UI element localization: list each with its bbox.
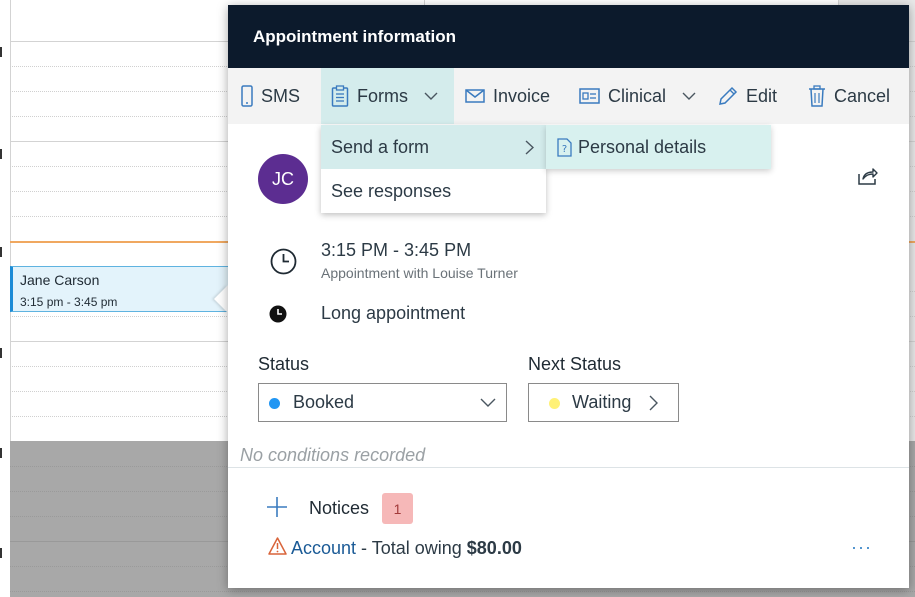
section-divider: [228, 467, 909, 468]
appointment-event[interactable]: Jane Carson 3:15 pm - 3:45 pm: [10, 266, 232, 312]
chevron-right-icon: [525, 139, 535, 160]
popup-toolbar: SMS Forms Invoice Clinical Edit Cancel: [228, 68, 909, 124]
form-document-icon: ?: [557, 137, 572, 157]
warning-icon: [268, 537, 287, 560]
forms-label: Forms: [357, 85, 408, 106]
clipboard-icon: [331, 85, 349, 107]
time-gutter-tick: [0, 348, 2, 358]
notice-text: - Total owing: [356, 538, 467, 558]
edit-label: Edit: [746, 85, 778, 106]
account-link[interactable]: Account: [291, 538, 356, 558]
next-status-button[interactable]: Waiting: [528, 383, 679, 422]
appointment-popup: Appointment information SMS Forms Invoic…: [228, 5, 909, 588]
chevron-right-icon: [648, 395, 658, 416]
avatar: JC: [258, 154, 308, 204]
time-gutter-tick: [0, 247, 2, 257]
time-gutter-tick: [0, 47, 2, 57]
sms-label: SMS: [261, 85, 301, 106]
cancel-button[interactable]: Cancel: [808, 68, 890, 124]
status-dropdown[interactable]: Booked: [258, 383, 507, 422]
appointment-type-icon: [269, 305, 287, 328]
appointment-practitioner: Appointment with Louise Turner: [321, 265, 518, 281]
send-form-label: Send a form: [331, 136, 430, 157]
more-options-icon[interactable]: ···: [851, 537, 872, 558]
personal-details-menu-item[interactable]: ? Personal details: [546, 125, 771, 169]
no-conditions-text: No conditions recorded: [240, 445, 426, 465]
share-icon[interactable]: [858, 167, 878, 190]
trash-icon: [808, 85, 826, 107]
clinical-label: Clinical: [608, 85, 667, 106]
clock-icon: [270, 248, 297, 280]
next-status-color-dot: [549, 398, 560, 409]
chevron-down-icon: [682, 92, 696, 100]
chevron-down-icon: [480, 395, 496, 416]
pencil-icon: [718, 86, 738, 106]
appointment-type: Long appointment: [321, 303, 466, 323]
time-gutter-tick: [0, 149, 2, 159]
svg-text:?: ?: [562, 144, 567, 155]
chevron-down-icon: [424, 92, 438, 100]
next-status-value: Waiting: [572, 392, 632, 412]
forms-menu-button[interactable]: Forms: [321, 68, 454, 124]
personal-details-label: Personal details: [578, 136, 707, 157]
appointment-time: 3:15 PM - 3:45 PM: [321, 240, 472, 260]
popup-pointer: [214, 285, 228, 313]
notices-count-badge: 1: [382, 493, 413, 524]
see-responses-menu-item[interactable]: See responses: [321, 169, 546, 213]
clinical-button[interactable]: Clinical: [579, 68, 696, 124]
sms-button[interactable]: SMS: [241, 68, 300, 124]
time-gutter-tick: [0, 548, 2, 558]
popup-title: Appointment information: [253, 27, 457, 46]
invoice-label: Invoice: [493, 85, 551, 106]
edit-button[interactable]: Edit: [718, 68, 777, 124]
add-notice-icon[interactable]: [266, 496, 288, 523]
send-form-menu-item[interactable]: Send a form: [321, 125, 546, 169]
see-responses-label: See responses: [331, 180, 452, 201]
status-value: Booked: [293, 392, 355, 412]
forms-dropdown-menu: Send a form See responses: [321, 125, 546, 213]
cancel-label: Cancel: [834, 85, 891, 106]
id-card-icon: [579, 88, 600, 104]
event-time: 3:15 pm - 3:45 pm: [20, 295, 118, 309]
phone-icon: [241, 85, 253, 107]
notice-item: Account - Total owing $80.00: [291, 538, 522, 559]
popup-header: Appointment information: [228, 5, 909, 68]
invoice-button[interactable]: Invoice: [465, 68, 550, 124]
calendar-slot-line: [10, 591, 915, 592]
notices-label: Notices: [309, 498, 370, 518]
status-color-dot: [269, 398, 280, 409]
next-status-label: Next Status: [528, 354, 622, 374]
status-label: Status: [258, 354, 310, 374]
notice-amount: $80.00: [466, 538, 522, 558]
event-patient-name: Jane Carson: [20, 272, 100, 288]
envelope-icon: [465, 89, 485, 103]
time-gutter-tick: [0, 448, 2, 458]
